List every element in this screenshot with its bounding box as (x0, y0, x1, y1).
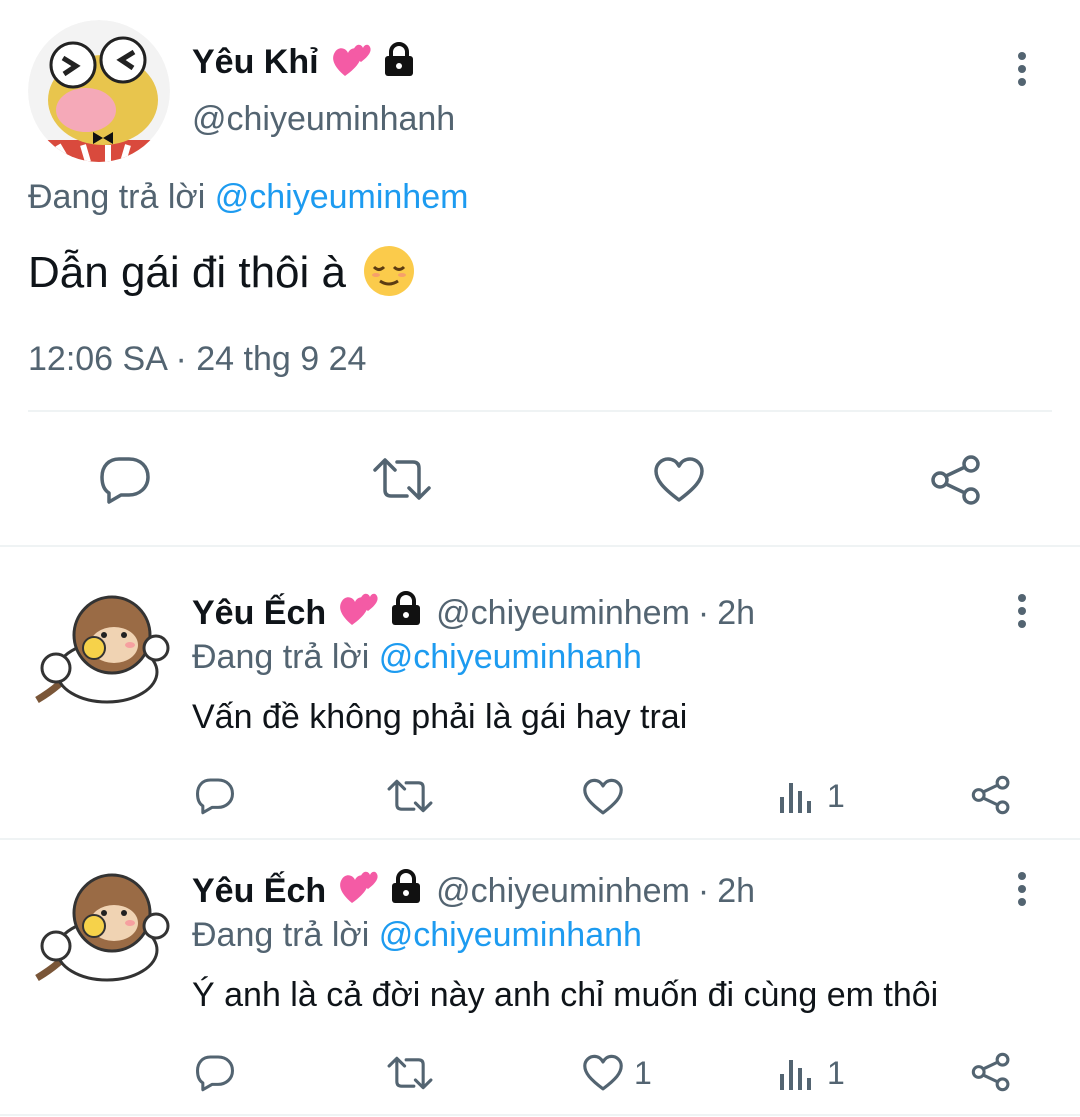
separator: · (697, 871, 710, 910)
lock-icon (386, 589, 426, 638)
replying-prefix: Đang trả lời (192, 638, 370, 676)
lock-icon (386, 867, 426, 916)
display-name[interactable]: Yêu Ếch (192, 872, 326, 911)
avatar[interactable] (32, 868, 172, 988)
relative-time: 2h (717, 593, 756, 632)
two-hearts-icon (338, 589, 380, 638)
two-hearts-icon (338, 867, 380, 916)
tweet-text: Vấn đề không phải là gái hay trai (192, 698, 688, 736)
like-stat[interactable]: 1 (582, 1053, 652, 1093)
retweet-icon[interactable] (386, 1055, 434, 1091)
separator: · (697, 593, 710, 632)
views-icon (779, 779, 815, 813)
relative-time: 2h (717, 871, 756, 910)
more-options-icon[interactable] (1018, 872, 1026, 911)
two-hearts-icon (331, 40, 373, 85)
retweet-icon[interactable] (371, 456, 433, 502)
display-name[interactable]: Yêu Khỉ (192, 43, 319, 82)
tweet-time: 12:06 SA (28, 340, 167, 378)
relieved-face-icon (362, 244, 416, 303)
tweet-text: Dẫn gái đi thôi à (28, 248, 346, 297)
replying-to-link[interactable]: @chiyeuminhanh (379, 916, 642, 954)
tweet-date: 24 thg 9 24 (196, 340, 367, 378)
views-count: 1 (827, 1054, 845, 1091)
more-options-icon[interactable] (1018, 594, 1026, 633)
more-options-icon[interactable] (1018, 52, 1026, 91)
section-divider (0, 1114, 1080, 1116)
replying-to-line: Đang trả lời @chiyeuminhem (28, 178, 468, 217)
reply-icon[interactable] (195, 777, 235, 815)
handle[interactable]: @chiyeuminhem (436, 872, 690, 911)
section-divider (0, 545, 1080, 547)
timestamp: 12:06 SA · 24 thg 9 24 (28, 340, 366, 379)
like-count: 1 (634, 1054, 652, 1091)
display-name[interactable]: Yêu Ếch (192, 594, 326, 633)
retweet-icon[interactable] (386, 778, 434, 814)
separator: · (175, 340, 187, 378)
replying-prefix: Đang trả lời (192, 916, 370, 954)
share-icon[interactable] (970, 1052, 1012, 1092)
lock-icon (379, 40, 419, 85)
like-icon[interactable] (653, 456, 705, 504)
avatar[interactable] (32, 590, 172, 710)
share-icon[interactable] (970, 775, 1012, 815)
reply-icon[interactable] (195, 1054, 235, 1092)
replying-to-link[interactable]: @chiyeuminhanh (379, 638, 642, 676)
views-icon (779, 1056, 815, 1090)
handle[interactable]: @chiyeuminhanh (192, 100, 455, 139)
views-count: 1 (827, 777, 845, 814)
handle[interactable]: @chiyeuminhem (436, 594, 690, 633)
replying-to-line: Đang trả lời @chiyeuminhanh (192, 638, 642, 677)
replying-prefix: Đang trả lời (28, 178, 206, 216)
replying-to-line: Đang trả lời @chiyeuminhanh (192, 916, 642, 955)
section-divider (0, 838, 1080, 840)
views-stat[interactable]: 1 (779, 1053, 845, 1093)
tweet-text-line: Dẫn gái đi thôi à (28, 244, 416, 302)
like-icon (582, 1054, 624, 1092)
avatar[interactable] (28, 20, 170, 162)
replying-to-link[interactable]: @chiyeuminhem (215, 178, 469, 216)
tweet-text: Ý anh là cả đời này anh chỉ muốn đi cùng… (192, 976, 939, 1014)
views-stat[interactable]: 1 (779, 776, 845, 816)
like-icon[interactable] (582, 778, 624, 816)
action-divider (28, 410, 1052, 412)
reply-icon[interactable] (99, 455, 151, 505)
share-icon[interactable] (929, 454, 983, 506)
